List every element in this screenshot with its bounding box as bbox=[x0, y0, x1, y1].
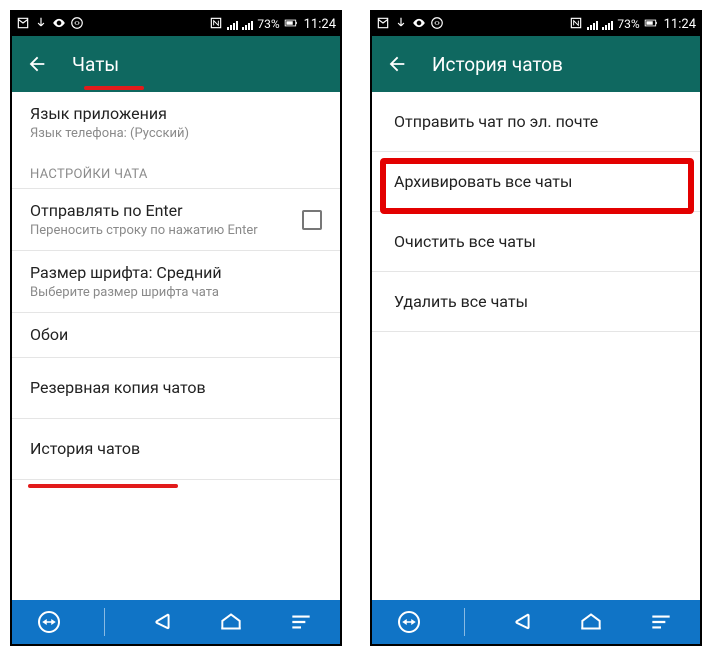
battery-percent: 73% bbox=[257, 17, 279, 31]
history-menu: Отправить чат по эл. почте Архивировать … bbox=[372, 92, 700, 600]
sublabel: Переносить строку по нажатию Enter bbox=[30, 223, 258, 238]
item-send-on-enter[interactable]: Отправлять по Enter Переносить строку по… bbox=[12, 189, 340, 250]
label: История чатов bbox=[30, 439, 322, 459]
signal-1-icon bbox=[587, 19, 598, 30]
item-backup[interactable]: Резервная копия чатов bbox=[12, 358, 340, 418]
item-wallpaper[interactable]: Обои bbox=[12, 313, 340, 357]
page-title: История чатов bbox=[432, 53, 563, 76]
nav-separator bbox=[104, 608, 105, 636]
signal-2-icon bbox=[602, 19, 613, 30]
battery-percent: 73% bbox=[617, 17, 639, 31]
status-bar: 73% 11:24 bbox=[372, 12, 700, 36]
nfc-icon bbox=[209, 16, 223, 33]
teamviewer-icon[interactable] bbox=[38, 611, 60, 633]
item-font-size[interactable]: Размер шрифта: Средний Выберите размер ш… bbox=[12, 251, 340, 312]
nav-back[interactable] bbox=[148, 609, 174, 635]
item-archive-all[interactable]: Архивировать все чаты bbox=[372, 152, 700, 211]
label: Отправлять по Enter bbox=[30, 201, 258, 221]
notif-down-icon bbox=[34, 16, 48, 33]
notif-eye-icon bbox=[412, 16, 426, 33]
item-delete-all[interactable]: Удалить все чаты bbox=[372, 272, 700, 331]
divider bbox=[12, 479, 340, 480]
clock: 11:24 bbox=[664, 17, 696, 32]
battery-icon bbox=[644, 16, 658, 33]
divider bbox=[372, 331, 700, 332]
nav-recent[interactable] bbox=[288, 609, 314, 635]
notif-down-icon bbox=[394, 16, 408, 33]
back-button[interactable] bbox=[26, 53, 48, 75]
signal-1-icon bbox=[227, 19, 238, 30]
app-bar-chats: Чаты bbox=[12, 36, 340, 92]
nav-recent[interactable] bbox=[648, 609, 674, 635]
nav-back[interactable] bbox=[508, 609, 534, 635]
teamviewer-icon[interactable] bbox=[398, 611, 420, 633]
item-chat-history[interactable]: История чатов bbox=[12, 419, 340, 479]
nav-separator bbox=[464, 608, 465, 636]
label: Язык приложения bbox=[30, 104, 322, 124]
android-nav-bar bbox=[12, 600, 340, 644]
label: Размер шрифта: Средний bbox=[30, 263, 322, 283]
item-clear-all[interactable]: Очистить все чаты bbox=[372, 212, 700, 271]
notif-eye-icon bbox=[52, 16, 66, 33]
item-email-chat[interactable]: Отправить чат по эл. почте bbox=[372, 92, 700, 151]
page-title: Чаты bbox=[72, 53, 119, 76]
notif-sync-icon bbox=[430, 16, 444, 33]
settings-list: Язык приложения Язык телефона: (Русский)… bbox=[12, 92, 340, 600]
label: Резервная копия чатов bbox=[30, 378, 322, 398]
app-bar-history: История чатов bbox=[372, 36, 700, 92]
send-on-enter-checkbox[interactable] bbox=[302, 210, 322, 230]
notif-mail-icon bbox=[16, 16, 30, 33]
nav-home[interactable] bbox=[218, 609, 244, 635]
sublabel: Язык телефона: (Русский) bbox=[30, 126, 322, 141]
nfc-icon bbox=[569, 16, 583, 33]
section-chat-settings: НАСТРОЙКИ ЧАТА bbox=[12, 153, 340, 188]
highlight-title bbox=[84, 86, 144, 90]
clock: 11:24 bbox=[304, 17, 336, 32]
status-bar: 73% 11:24 bbox=[12, 12, 340, 36]
notif-sync-icon bbox=[70, 16, 84, 33]
screen-history: 73% 11:24 История чатов Отправить чат по… bbox=[370, 10, 702, 646]
screen-chats: 73% 11:24 Чаты Язык приложения Язык теле… bbox=[10, 10, 342, 646]
highlight-history bbox=[28, 484, 178, 488]
item-app-language[interactable]: Язык приложения Язык телефона: (Русский) bbox=[12, 92, 340, 153]
nav-home[interactable] bbox=[578, 609, 604, 635]
battery-icon bbox=[284, 16, 298, 33]
label: Обои bbox=[30, 325, 322, 345]
android-nav-bar bbox=[372, 600, 700, 644]
back-button[interactable] bbox=[386, 53, 408, 75]
signal-2-icon bbox=[242, 19, 253, 30]
notif-mail-icon bbox=[376, 16, 390, 33]
sublabel: Выберите размер шрифта чата bbox=[30, 285, 322, 300]
